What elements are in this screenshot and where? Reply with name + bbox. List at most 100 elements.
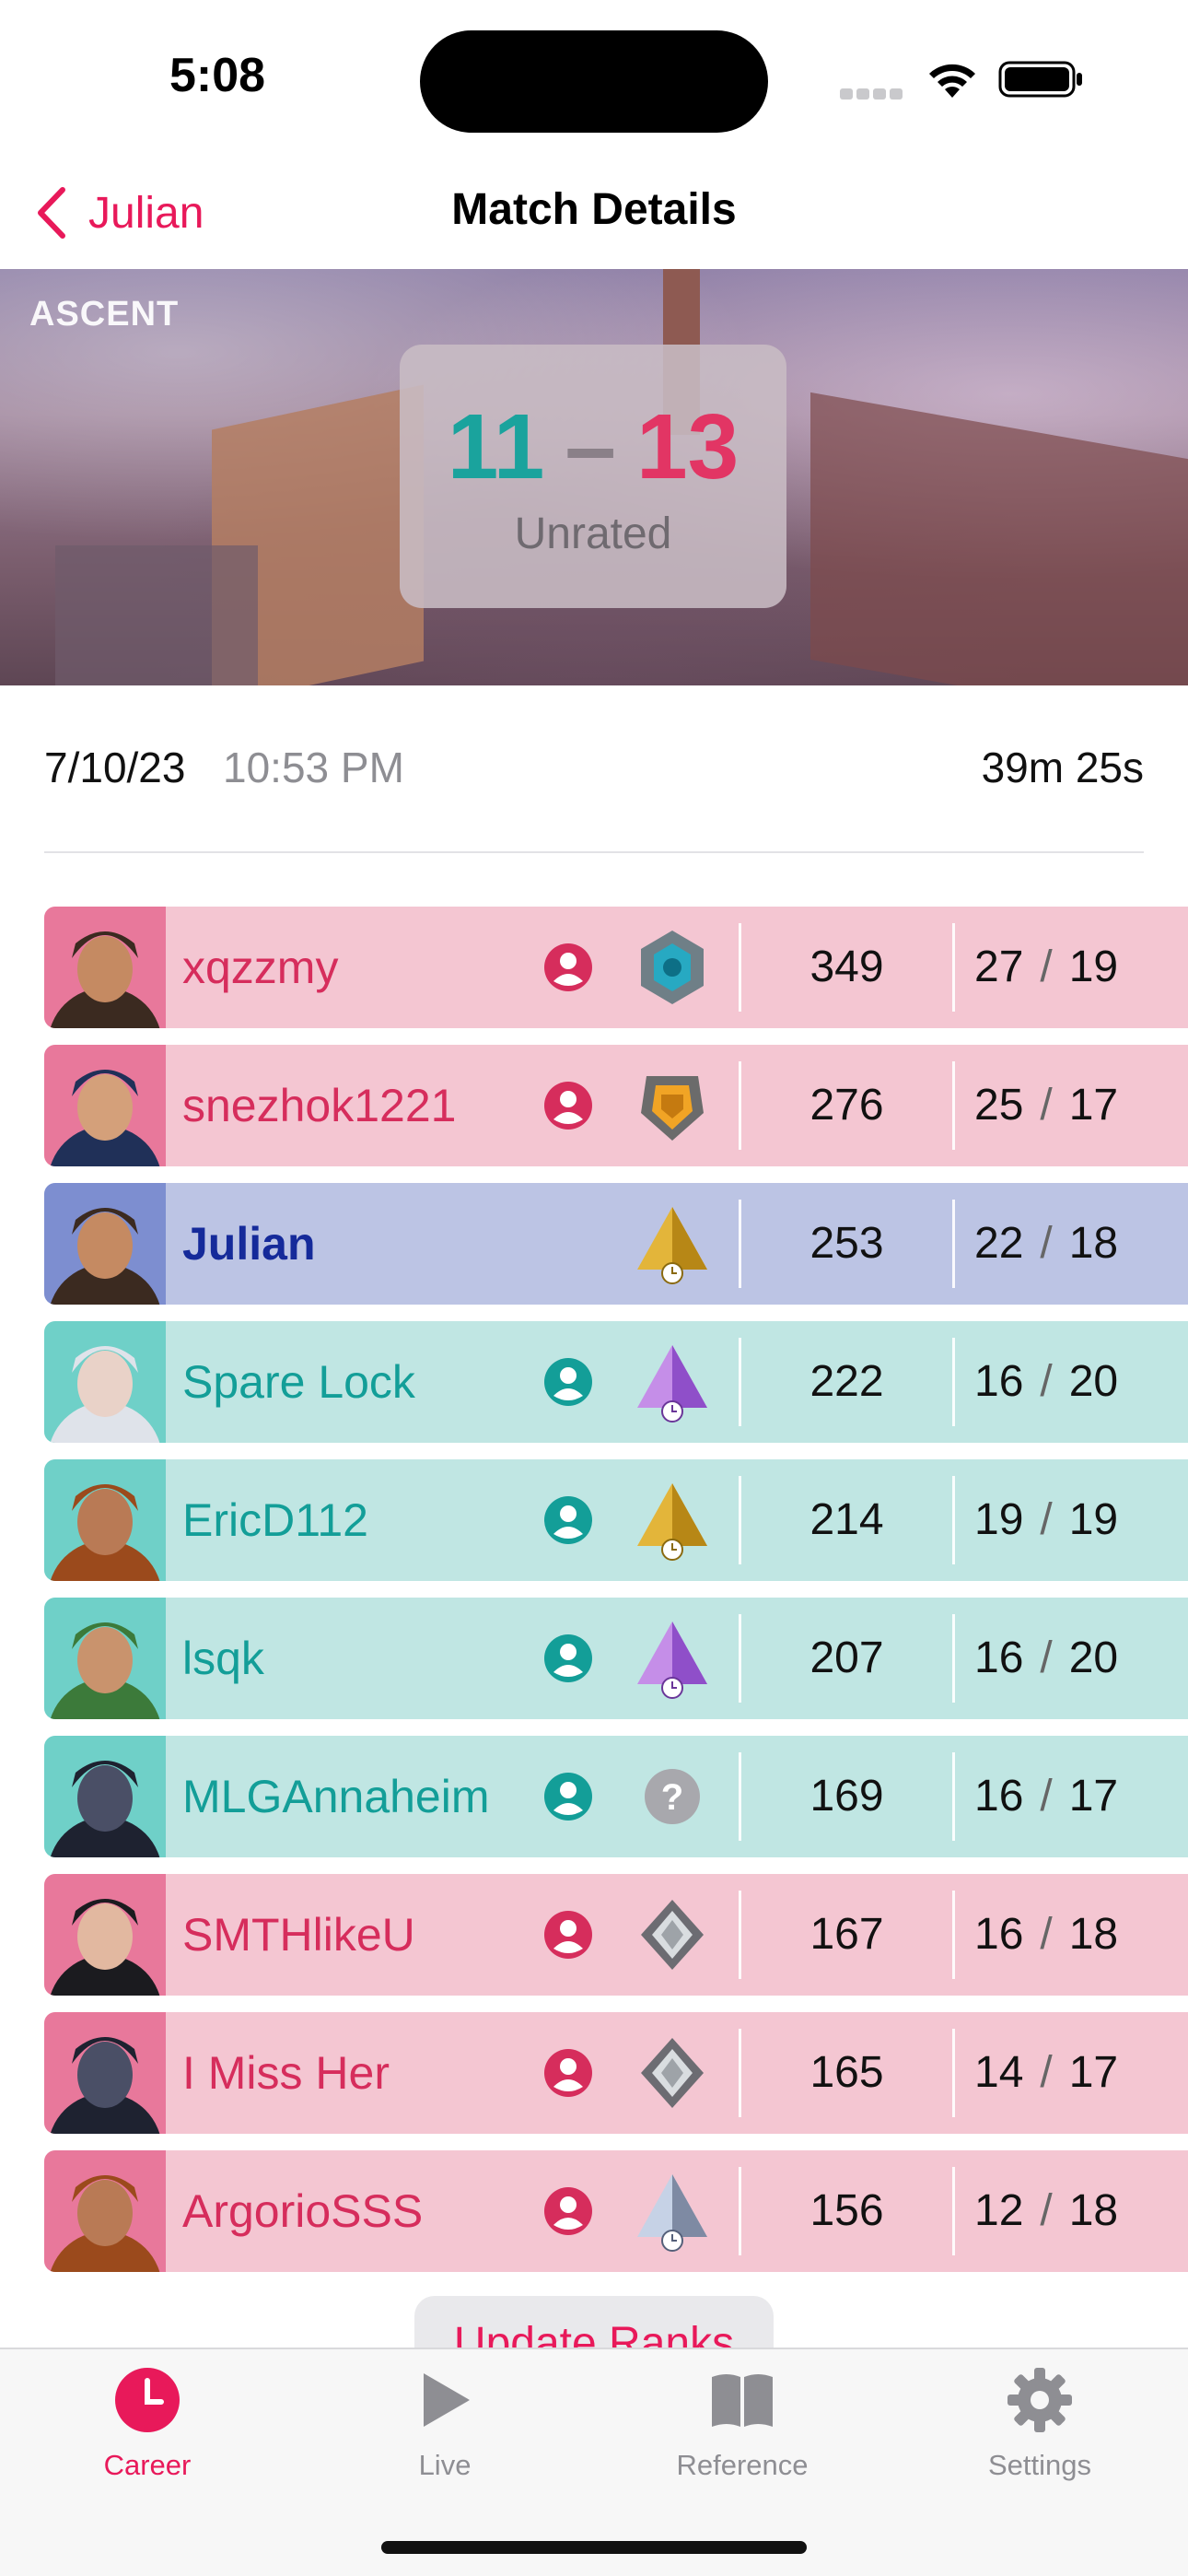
book-icon [712, 2374, 773, 2427]
player-row[interactable]: lsqk 207 16 / 20 [44, 1598, 1188, 1719]
deaths: 17 [1068, 2048, 1119, 2097]
player-name: I Miss Her [182, 2047, 390, 2099]
person-circle-icon[interactable] [543, 1357, 593, 1407]
person-circle-icon[interactable] [543, 1081, 593, 1130]
player-name: EricD112 [182, 1494, 368, 1546]
kd-separator: / [1040, 1081, 1053, 1130]
player-row[interactable]: MLGAnnaheim? 169 16 / 17 [44, 1736, 1188, 1857]
player-name: SMTHlikeU [182, 1909, 415, 1961]
person-circle-icon[interactable] [543, 1633, 593, 1683]
kills: 27 [974, 943, 1024, 991]
column-separator [952, 1891, 955, 1979]
player-row[interactable]: I Miss Her 165 14 / 17 [44, 2012, 1188, 2134]
home-indicator [381, 2541, 807, 2554]
agent-avatar [44, 1183, 166, 1305]
combat-score: 349 [809, 943, 884, 991]
kd-separator: / [1040, 1219, 1053, 1268]
combat-score: 169 [809, 1772, 884, 1821]
agent-avatar [44, 1736, 166, 1857]
tab-live[interactable]: Live [334, 2366, 555, 2504]
column-separator [952, 2167, 955, 2255]
status-time: 5:08 [169, 49, 266, 102]
score-card: 11–13 Unrated [400, 345, 786, 608]
ally-score: 11 [447, 395, 545, 498]
combat-score: 222 [809, 1357, 884, 1406]
kills-deaths: 16 / 20 [974, 1321, 1118, 1443]
map-image-rock [55, 545, 258, 685]
battery-icon [998, 61, 1082, 98]
person-circle-icon[interactable] [543, 943, 593, 992]
agent-portrait [50, 1761, 160, 1857]
tab-reference[interactable]: Reference [632, 2366, 853, 2504]
gold-triangle-rank-icon [630, 1478, 715, 1563]
deaths: 20 [1068, 1357, 1119, 1406]
kills-deaths: 14 / 17 [974, 2012, 1118, 2134]
agent-avatar [44, 1459, 166, 1581]
person-circle-icon[interactable] [543, 2048, 593, 2098]
person-circle-icon[interactable] [543, 1772, 593, 1821]
agent-portrait [50, 1899, 160, 1996]
agent-portrait [50, 931, 160, 1028]
player-name: Julian [182, 1218, 316, 1270]
kills: 16 [974, 1633, 1024, 1682]
kills: 16 [974, 1772, 1024, 1821]
navigation-bar: Julian Match Details [0, 157, 1188, 269]
player-name: snezhok1221 [182, 1080, 457, 1131]
agent-portrait [50, 1070, 160, 1166]
deaths: 18 [1068, 1219, 1119, 1268]
match-mode: Unrated [514, 509, 672, 558]
agent-avatar [44, 2150, 166, 2272]
tab-label: Reference [676, 2449, 809, 2481]
player-row[interactable]: snezhok1221 276 25 / 17 [44, 1045, 1188, 1166]
kd-separator: / [1040, 2048, 1053, 2097]
gear-icon [1007, 2368, 1072, 2432]
column-separator [952, 923, 955, 1012]
player-name: ArgorioSSS [182, 2185, 424, 2237]
silver-rank-icon [630, 1892, 715, 1977]
person-circle-icon[interactable] [543, 1495, 593, 1545]
column-separator [952, 1061, 955, 1150]
kills-deaths: 16 / 17 [974, 1736, 1118, 1857]
deaths: 18 [1068, 1910, 1119, 1959]
combat-score: 207 [809, 1633, 884, 1682]
kd-separator: / [1040, 1495, 1053, 1544]
kd-separator: / [1040, 943, 1053, 991]
match-date: 7/10/23 [44, 744, 186, 791]
agent-portrait [50, 2175, 160, 2272]
column-separator [952, 2029, 955, 2117]
match-meta: 7/10/23 10:53 PM 39m 25s [44, 737, 1144, 802]
combat-score: 165 [809, 2048, 884, 2097]
person-circle-icon[interactable] [543, 1910, 593, 1960]
person-circle-icon[interactable] [543, 2186, 593, 2236]
tab-career[interactable]: Career [37, 2366, 258, 2504]
final-score: 11–13 [400, 396, 786, 498]
column-separator [952, 1200, 955, 1288]
unknown-rank-icon: ? [630, 1754, 715, 1839]
player-row[interactable]: xqzzmy 349 27 / 19 [44, 907, 1188, 1028]
deaths: 18 [1068, 2186, 1119, 2235]
column-separator [952, 1614, 955, 1703]
agent-avatar [44, 1045, 166, 1166]
player-row[interactable]: EricD112 214 19 / 19 [44, 1459, 1188, 1581]
combat-score: 276 [809, 1081, 884, 1130]
player-row[interactable]: Julian 253 22 / 18 [44, 1183, 1188, 1305]
agent-portrait [50, 1622, 160, 1719]
player-row[interactable]: SMTHlikeU 167 16 / 18 [44, 1874, 1188, 1996]
tab-settings[interactable]: Settings [929, 2366, 1150, 2504]
score-separator: – [565, 395, 617, 498]
deaths: 17 [1068, 1772, 1119, 1821]
player-row[interactable]: ArgorioSSS 156 12 / 18 [44, 2150, 1188, 2272]
combat-score: 167 [809, 1910, 884, 1959]
deaths: 19 [1068, 1495, 1119, 1544]
player-name: lsqk [182, 1633, 264, 1684]
agent-portrait [50, 1208, 160, 1305]
deaths: 20 [1068, 1633, 1119, 1682]
match-time: 10:53 PM [223, 744, 404, 791]
dynamic-island [420, 30, 768, 133]
gold-triangle-rank-icon [630, 1201, 715, 1286]
tab-label: Career [103, 2449, 192, 2481]
tab-label: Settings [987, 2449, 1091, 2481]
kills-deaths: 19 / 19 [974, 1459, 1118, 1581]
agent-avatar [44, 1598, 166, 1719]
player-row[interactable]: Spare Lock 222 16 / 20 [44, 1321, 1188, 1443]
